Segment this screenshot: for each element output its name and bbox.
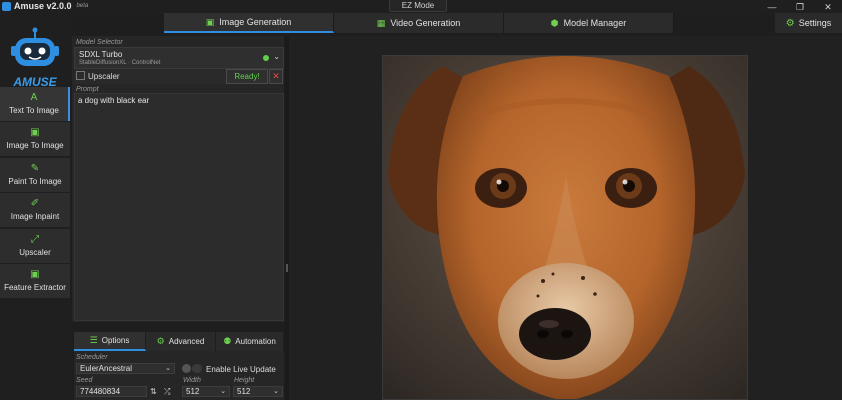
tab-label: Automation [235, 337, 276, 346]
options-tabs: ☰ Options ⚙ Advanced ⚉ Automation [74, 332, 284, 351]
settings-label: Settings [798, 18, 832, 28]
image-icon: ▣ [30, 127, 40, 138]
prompt-input[interactable]: a dog with black ear [74, 93, 284, 321]
live-update-track [192, 364, 202, 373]
tab-label: Model Manager [563, 18, 627, 28]
sidebar-item-upscaler[interactable]: ⤢ Upscaler [0, 229, 70, 263]
beta-label: beta [76, 3, 89, 9]
main-tabs: ▣ Image Generation ▦ Video Generation ⬢ … [164, 13, 674, 33]
seed-lock-icon[interactable]: ⇅ [150, 387, 157, 396]
model-status-indicator [263, 55, 269, 61]
film-icon: ▦ [376, 17, 386, 28]
gear-icon: ⚙ [785, 17, 795, 29]
chevron-down-icon: ⌄ [273, 388, 279, 395]
tab-automation[interactable]: ⚉ Automation [216, 332, 284, 351]
height-value: 512 [237, 387, 251, 396]
seed-value: 774480834 [80, 387, 121, 396]
tab-image-generation[interactable]: ▣ Image Generation [164, 13, 334, 33]
sidebar-item-image-to-image[interactable]: ▣ Image To Image [0, 122, 70, 156]
chevron-down-icon: ⌄ [220, 388, 226, 395]
model-selector[interactable]: SDXL Turbo StableDiffusionXL · ControlNe… [74, 47, 284, 69]
scheduler-select[interactable]: EulerAncestral ⌄ [76, 363, 175, 374]
window-controls: — ❐ ✕ [758, 0, 842, 14]
expand-icon: ⤢ [31, 234, 39, 245]
tab-label: Advanced [168, 337, 205, 346]
image-icon: ▣ [205, 16, 215, 27]
live-update-label: Enable Live Update [206, 365, 276, 374]
tab-video-generation[interactable]: ▦ Video Generation [334, 13, 504, 33]
app-title: Amuse v2.0.0 beta [2, 1, 88, 11]
brush-icon: ✎ [30, 163, 40, 174]
tab-label: Options [101, 336, 130, 345]
sidebar-item-image-inpaint[interactable]: ✐ Image Inpaint [0, 193, 70, 227]
sliders-icon: ☰ [89, 335, 98, 345]
close-button[interactable]: ✕ [814, 0, 842, 14]
tab-model-manager[interactable]: ⬢ Model Manager [504, 13, 674, 33]
scheduler-value: EulerAncestral [80, 364, 133, 373]
seed-label: Seed [76, 377, 93, 384]
upscaler-label: Upscaler [88, 72, 120, 81]
prompt-label: Prompt [76, 86, 99, 93]
robot-icon: ⚉ [223, 336, 232, 346]
live-update-toggle[interactable] [182, 364, 191, 373]
text-a-icon: A [30, 92, 38, 103]
sidebar-item-label: Upscaler [19, 248, 51, 257]
sidebar: AMUSE A Text To Image ▣ Image To Image ✎… [0, 14, 70, 400]
width-select[interactable]: 512 ⌄ [182, 386, 230, 397]
app-icon [2, 1, 11, 11]
prompt-text: a dog with black ear [78, 96, 150, 105]
sidebar-item-label: Image Inpaint [10, 212, 60, 221]
edit-icon: ✐ [30, 198, 40, 209]
sidebar-item-text-to-image[interactable]: A Text To Image [0, 87, 70, 121]
chevron-down-icon: ⌄ [165, 365, 171, 372]
scheduler-label: Scheduler [76, 354, 108, 361]
upscaler-checkbox[interactable] [76, 71, 85, 80]
sidebar-item-label: Paint To Image [8, 177, 62, 186]
sidebar-item-label: Image To Image [6, 141, 64, 150]
height-label: Height [234, 377, 255, 384]
tab-label: Video Generation [390, 18, 461, 28]
sidebar-item-label: Feature Extractor [4, 283, 66, 292]
model-name: SDXL Turbo [79, 50, 123, 59]
width-value: 512 [186, 387, 200, 396]
tab-advanced[interactable]: ⚙ Advanced [146, 332, 216, 351]
sidebar-item-paint-to-image[interactable]: ✎ Paint To Image [0, 158, 70, 192]
image-icon: ▣ [30, 269, 40, 280]
gears-icon: ⚙ [156, 336, 165, 346]
sidebar-item-label: Text To Image [9, 106, 59, 115]
sidebar-item-feature-extractor[interactable]: ▣ Feature Extractor [0, 264, 70, 298]
shuffle-icon[interactable]: ⤮ [164, 387, 170, 397]
cube-icon: ⬢ [550, 17, 559, 28]
tab-label: Image Generation [219, 17, 292, 27]
ready-button[interactable]: Ready! [226, 69, 268, 84]
splitter-grip[interactable] [286, 264, 288, 272]
model-selector-label: Model Selector [76, 39, 123, 46]
model-sub: StableDiffusionXL · ControlNet [79, 60, 161, 66]
amuse-logo: AMUSE [11, 27, 59, 89]
generated-image[interactable] [382, 55, 748, 400]
tab-options[interactable]: ☰ Options [74, 332, 146, 351]
app-title-text: Amuse v2.0.0 [14, 1, 72, 11]
seed-input[interactable]: 774480834 [76, 386, 147, 397]
minimize-button[interactable]: — [758, 0, 786, 14]
dog-image [383, 56, 747, 399]
clear-upscaler-button[interactable]: ✕ [269, 69, 283, 84]
restore-button[interactable]: ❐ [786, 0, 814, 14]
height-select[interactable]: 512 ⌄ [233, 386, 283, 397]
ez-mode-button[interactable]: EZ Mode [389, 0, 447, 12]
chevron-down-icon: ⌄ [273, 52, 280, 61]
settings-button[interactable]: ⚙ Settings [775, 13, 842, 33]
width-label: Width [183, 377, 201, 384]
